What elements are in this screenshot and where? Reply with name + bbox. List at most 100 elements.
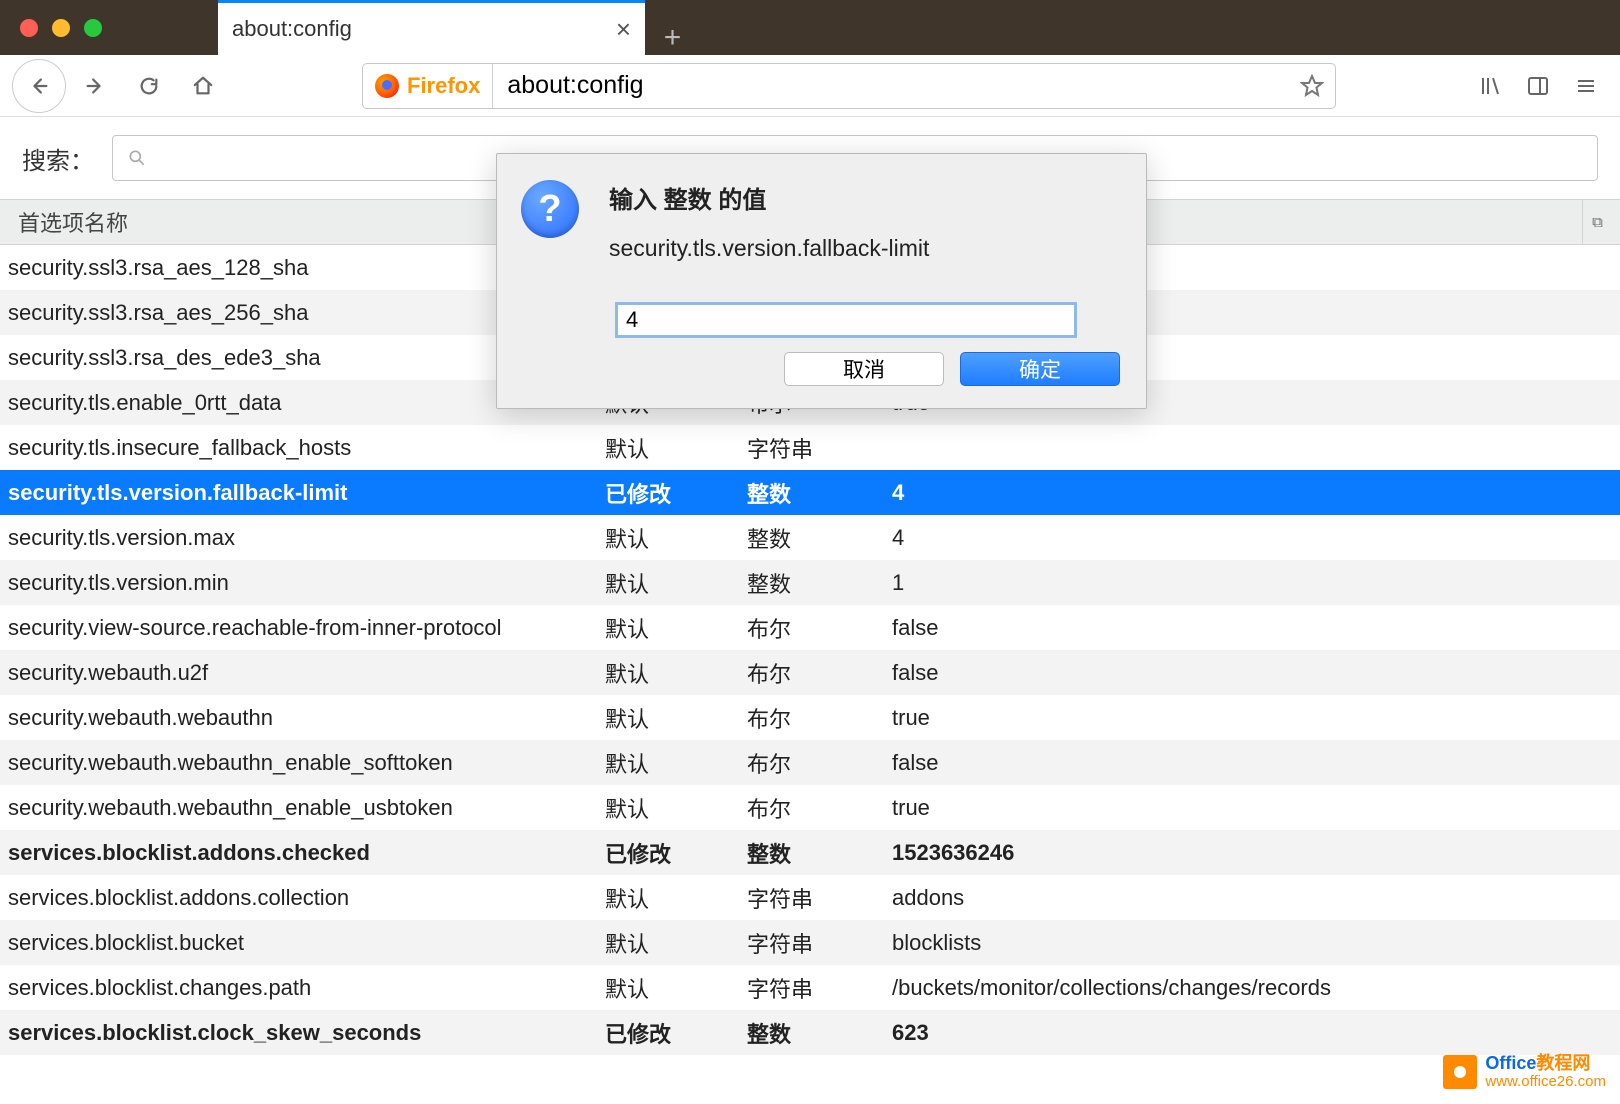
pref-row[interactable]: security.webauth.webauthn_enable_usbtoke… [0,785,1620,830]
pref-name: security.tls.version.min [0,570,605,596]
dialog-title: 输入 整数 的值 [609,180,1122,215]
reload-button[interactable] [124,61,174,111]
pref-value: false [892,750,1620,776]
home-icon [192,75,214,97]
ok-button[interactable]: 确定 [960,352,1120,386]
tab-title: about:config [232,16,352,42]
browser-tab-active[interactable]: about:config × [218,0,645,55]
pref-type: 布尔 [747,792,892,824]
column-picker-icon[interactable]: ⧉ [1582,200,1612,244]
pref-name: security.tls.version.max [0,525,605,551]
url-input[interactable] [493,71,1289,100]
watermark-logo-icon [1443,1055,1477,1089]
cancel-button[interactable]: 取消 [784,352,944,386]
pref-name: security.webauth.u2f [0,660,605,686]
pref-type: 字符串 [747,882,892,914]
arrow-left-icon [28,75,50,97]
pref-row[interactable]: services.blocklist.addons.collection默认字符… [0,875,1620,920]
dialog-buttons: 取消 确定 [497,338,1146,408]
pref-name: security.tls.insecure_fallback_hosts [0,435,605,461]
pref-row[interactable]: services.blocklist.clock_skew_seconds已修改… [0,1010,1620,1055]
search-label: 搜索： [22,141,94,176]
identity-label: Firefox [407,73,480,99]
pref-value: 1523636246 [892,840,1620,866]
watermark: Office教程网 www.office26.com [1443,1054,1606,1090]
pref-value: blocklists [892,930,1620,956]
pref-row[interactable]: security.tls.version.fallback-limit已修改整数… [0,470,1620,515]
pref-row[interactable]: security.webauth.webauthn_enable_softtok… [0,740,1620,785]
pref-name: services.blocklist.changes.path [0,975,605,1001]
pref-status: 默认 [605,432,747,464]
pref-name: security.tls.version.fallback-limit [0,480,605,506]
home-button[interactable] [178,61,228,111]
close-tab-icon[interactable]: × [616,14,631,45]
back-button[interactable] [12,59,66,113]
question-icon: ? [521,180,579,238]
pref-row[interactable]: security.webauth.u2f默认布尔false [0,650,1620,695]
pref-value: 623 [892,1020,1620,1046]
pref-row[interactable]: security.tls.insecure_fallback_hosts默认字符… [0,425,1620,470]
app-menu-button[interactable] [1564,64,1608,108]
reload-icon [138,75,160,97]
pref-row[interactable]: security.tls.version.min默认整数1 [0,560,1620,605]
bookmark-star-button[interactable] [1289,74,1335,98]
new-tab-button[interactable]: + [645,21,700,55]
pref-value: true [892,795,1620,821]
search-icon [127,148,147,168]
pref-name: security.webauth.webauthn [0,705,605,731]
pref-status: 已修改 [605,1017,747,1049]
pref-status: 默认 [605,567,747,599]
window-controls [0,0,218,55]
pref-row[interactable]: services.blocklist.bucket默认字符串blocklists [0,920,1620,965]
pref-status: 默认 [605,972,747,1004]
pref-status: 默认 [605,927,747,959]
watermark-line1: Office教程网 [1485,1054,1606,1074]
navigation-toolbar: Firefox [0,55,1620,117]
zoom-window-button[interactable] [84,19,102,37]
pref-status: 已修改 [605,477,747,509]
pref-row[interactable]: security.webauth.webauthn默认布尔true [0,695,1620,740]
pref-row[interactable]: services.blocklist.changes.path默认字符串/buc… [0,965,1620,1010]
pref-value: false [892,615,1620,641]
pref-type: 整数 [747,1017,892,1049]
pref-status: 默认 [605,612,747,644]
star-icon [1300,74,1324,98]
pref-name: services.blocklist.bucket [0,930,605,956]
sidebar-icon [1526,74,1550,98]
pref-name: services.blocklist.addons.checked [0,840,605,866]
close-window-button[interactable] [20,19,38,37]
pref-name: security.webauth.webauthn_enable_usbtoke… [0,795,605,821]
pref-name: services.blocklist.addons.collection [0,885,605,911]
pref-row[interactable]: services.blocklist.addons.checked已修改整数15… [0,830,1620,875]
sidebar-button[interactable] [1516,64,1560,108]
pref-status: 默认 [605,882,747,914]
dialog-message: security.tls.version.fallback-limit [609,235,1122,262]
pref-name: security.view-source.reachable-from-inne… [0,615,605,641]
address-bar[interactable]: Firefox [362,63,1336,109]
library-button[interactable] [1468,64,1512,108]
pref-value: 1 [892,570,1620,596]
pref-value: /buckets/monitor/collections/changes/rec… [892,975,1620,1001]
dialog-value-input[interactable] [615,302,1077,338]
pref-type: 整数 [747,477,892,509]
pref-row[interactable]: security.tls.version.max默认整数4 [0,515,1620,560]
column-header-name[interactable]: 首选项名称 [18,206,128,238]
pref-status: 默认 [605,657,747,689]
pref-name: services.blocklist.clock_skew_seconds [0,1020,605,1046]
pref-row[interactable]: security.view-source.reachable-from-inne… [0,605,1620,650]
pref-type: 布尔 [747,657,892,689]
watermark-text: Office教程网 www.office26.com [1485,1054,1606,1090]
hamburger-icon [1574,74,1598,98]
pref-type: 整数 [747,567,892,599]
pref-status: 默认 [605,702,747,734]
tab-strip: about:config × + [218,0,1620,55]
library-icon [1478,74,1502,98]
pref-value: 4 [892,480,1620,506]
pref-value: false [892,660,1620,686]
pref-type: 字符串 [747,972,892,1004]
minimize-window-button[interactable] [52,19,70,37]
pref-type: 字符串 [747,927,892,959]
forward-button[interactable] [70,61,120,111]
identity-box[interactable]: Firefox [363,64,493,108]
firefox-logo-icon [375,74,399,98]
